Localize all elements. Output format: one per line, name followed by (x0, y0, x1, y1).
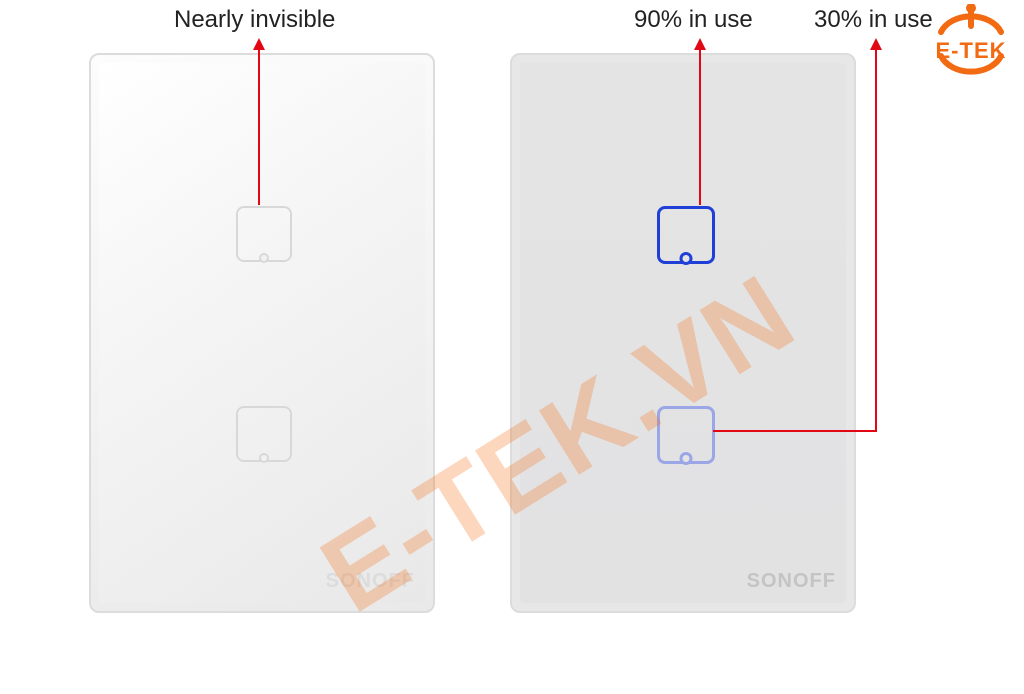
panel-glass-right (520, 63, 846, 603)
arrow-head-3 (870, 38, 882, 50)
arrow-head-1 (253, 38, 265, 50)
touch-button-2-blue (657, 406, 715, 464)
label-90-percent: 90% in use (634, 6, 753, 34)
arrow-line-2 (699, 50, 701, 205)
label-30-percent: 30% in use (814, 6, 933, 34)
switch-panel-off: SONOFF (89, 53, 435, 613)
arrow-line-1 (258, 50, 260, 205)
arrow-line-3h (713, 430, 877, 432)
brand-right: SONOFF (747, 570, 836, 593)
etek-logo: E-TEK (924, 4, 1018, 64)
touch-button-2-faint (236, 406, 292, 462)
etek-logo-text: E-TEK (936, 38, 1007, 64)
touch-button-1-faint (236, 206, 292, 262)
touch-button-1-blue (657, 206, 715, 264)
label-nearly-invisible: Nearly invisible (174, 6, 335, 34)
diagram-stage: Nearly invisible 90% in use 30% in use S… (0, 0, 1024, 694)
arrow-head-2 (694, 38, 706, 50)
panel-glass-left (99, 63, 425, 603)
arrow-line-3v (875, 50, 877, 432)
brand-left: SONOFF (326, 570, 415, 593)
switch-panel-on: SONOFF (510, 53, 856, 613)
